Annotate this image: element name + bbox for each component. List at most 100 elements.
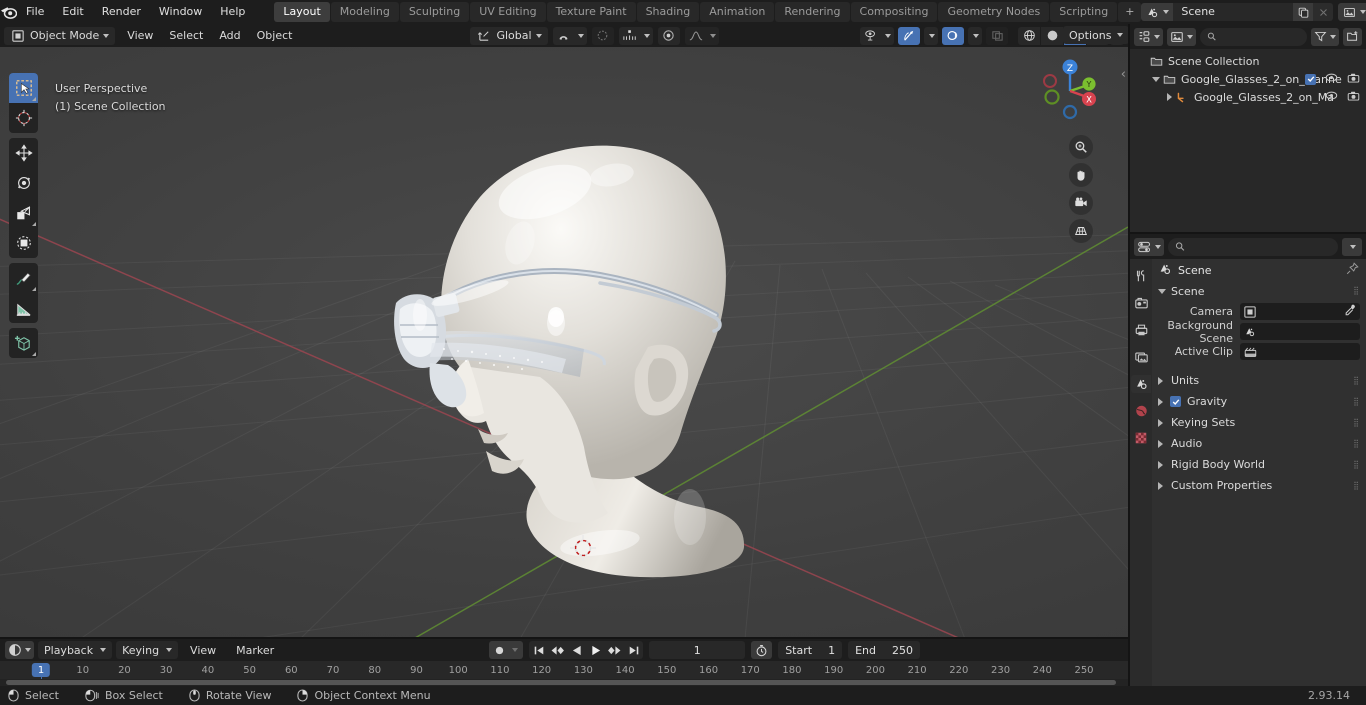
viewport-menu-view[interactable]: View — [119, 27, 161, 45]
view-layer-selector[interactable]: View Layer — [1338, 3, 1366, 21]
move-tool[interactable] — [9, 138, 38, 168]
property-panel-custom-properties[interactable]: Custom Properties ⣿ — [1152, 475, 1366, 496]
property-panel-rigid-body-world[interactable]: Rigid Body World ⣿ — [1152, 454, 1366, 475]
texture-tab[interactable] — [1131, 429, 1151, 447]
horizontal-splitter-right[interactable] — [1130, 232, 1366, 234]
viewport-menu-object[interactable]: Object — [249, 27, 301, 45]
property-panel-gravity[interactable]: Gravity ⣿ — [1152, 391, 1366, 412]
ortho-persp-icon[interactable] — [1069, 219, 1093, 243]
property-panel-audio[interactable]: Audio ⣿ — [1152, 433, 1366, 454]
play-button[interactable] — [586, 641, 605, 659]
jump-to-end-button[interactable] — [624, 641, 643, 659]
property-value-field[interactable] — [1240, 303, 1360, 320]
pan-hand-icon[interactable] — [1069, 163, 1093, 187]
hide-in-viewport-toggle[interactable] — [1325, 90, 1338, 104]
workspace-tab-texture-paint[interactable]: Texture Paint — [546, 2, 636, 22]
jump-to-start-button[interactable] — [529, 641, 548, 659]
annotate-tool[interactable] — [9, 263, 38, 293]
scene-browse-icon[interactable] — [1141, 3, 1174, 21]
sidebar-collapse-arrow-icon[interactable]: ‹ — [1121, 67, 1126, 82]
timeline-view-menu[interactable]: View — [182, 641, 224, 659]
tweak-select-box-tool[interactable] — [9, 73, 38, 103]
workspace-tab-layout[interactable]: Layout — [274, 2, 330, 22]
menu-edit[interactable]: Edit — [53, 3, 92, 21]
properties-search-input[interactable] — [1168, 237, 1338, 256]
vertical-splitter[interactable] — [1128, 24, 1130, 686]
outliner-editor-type-button[interactable] — [1134, 27, 1163, 46]
proportional-falloff-toggle[interactable] — [657, 26, 680, 45]
workspace-tab-geometry-nodes[interactable]: Geometry Nodes — [938, 2, 1050, 22]
menu-help[interactable]: Help — [211, 3, 254, 21]
3d-viewport[interactable]: User Perspective (1) Scene Collection Z … — [0, 47, 1128, 639]
timeline-scrollbar[interactable] — [0, 679, 1128, 686]
prev-keyframe-button[interactable] — [548, 641, 567, 659]
collection-checkbox[interactable] — [1305, 73, 1316, 85]
falloff-curve-selector[interactable] — [684, 26, 719, 45]
property-value-field[interactable] — [1240, 343, 1360, 360]
workspace-tab-scripting[interactable]: Scripting — [1050, 2, 1118, 22]
blender-logo-icon[interactable] — [0, 0, 17, 24]
workspace-tab-shading[interactable]: Shading — [636, 2, 700, 22]
property-panel-units[interactable]: Units ⣿ — [1152, 370, 1366, 391]
cursor-tool[interactable] — [9, 103, 38, 133]
workspace-tab-uv-editing[interactable]: UV Editing — [470, 2, 546, 22]
keying-menu[interactable]: Keying — [116, 641, 179, 659]
unlink-scene-button[interactable] — [1313, 3, 1334, 21]
xray-toggle[interactable] — [986, 26, 1008, 45]
viewport-menu-select[interactable]: Select — [161, 27, 211, 45]
timeline-marker-menu[interactable]: Marker — [228, 641, 282, 659]
transform-orientation-selector[interactable]: Global — [470, 26, 548, 45]
overlay-options[interactable] — [968, 26, 982, 45]
snap-options[interactable] — [618, 26, 653, 45]
timeline-scroll-thumb[interactable] — [6, 680, 1116, 685]
outliner-display-mode-button[interactable] — [1167, 27, 1196, 46]
workspace-tab-compositing[interactable]: Compositing — [850, 2, 938, 22]
world-tab[interactable] — [1131, 402, 1151, 420]
timeline-editor-type-button[interactable] — [5, 641, 34, 659]
visibility-selector[interactable] — [860, 26, 894, 45]
viewport-options-button[interactable]: Options — [1063, 26, 1130, 44]
proportional-editing-toggle[interactable] — [591, 26, 614, 45]
snap-toggle[interactable] — [552, 26, 587, 45]
outliner-row[interactable]: Google_Glasses_2_on_Manne — [1130, 70, 1366, 88]
pin-icon[interactable] — [1346, 262, 1359, 278]
scene-panel-header[interactable]: Scene ⣿ — [1152, 281, 1366, 301]
outliner-row[interactable]: Scene Collection — [1130, 52, 1366, 70]
measure-tool[interactable] — [9, 293, 38, 323]
outliner-search-input[interactable] — [1200, 27, 1307, 46]
outliner-row[interactable]: Google_Glasses_2_on_Ma — [1130, 88, 1366, 106]
gizmo-options[interactable] — [924, 26, 938, 45]
navigation-gizmo[interactable]: Z Y X — [1034, 55, 1106, 127]
workspace-tab-sculpting[interactable]: Sculpting — [399, 2, 470, 22]
menu-render[interactable]: Render — [93, 3, 150, 21]
render-tab[interactable] — [1131, 294, 1151, 312]
chevron-down-icon[interactable] — [1149, 76, 1163, 82]
disable-in-renders-toggle[interactable] — [1347, 72, 1360, 87]
property-panel-keying-sets[interactable]: Keying Sets ⣿ — [1152, 412, 1366, 433]
scene-selector[interactable]: Scene — [1141, 3, 1334, 21]
outliner-search-field[interactable] — [1220, 30, 1300, 43]
menu-file[interactable]: File — [17, 3, 53, 21]
menu-window[interactable]: Window — [150, 3, 211, 21]
playback-menu[interactable]: Playback — [38, 641, 113, 659]
scene-tab[interactable] — [1131, 375, 1151, 393]
playhead-indicator[interactable]: 1 — [31, 663, 51, 677]
chevron-right-icon[interactable] — [1162, 93, 1176, 101]
hide-in-viewport-toggle[interactable] — [1325, 72, 1338, 86]
add-workspace-button[interactable]: + — [1118, 2, 1142, 22]
scene-name[interactable]: Scene — [1173, 3, 1294, 21]
camera-view-icon[interactable] — [1069, 191, 1093, 215]
workspace-tab-animation[interactable]: Animation — [700, 2, 775, 22]
output-tab[interactable] — [1131, 321, 1151, 339]
next-keyframe-button[interactable] — [605, 641, 624, 659]
shading-wireframe-button[interactable] — [1018, 26, 1040, 45]
auto-keying-toggle[interactable] — [489, 641, 524, 659]
frame-range-end-field[interactable]: End 250 — [848, 641, 920, 659]
add-cube-tool[interactable] — [9, 328, 38, 358]
outliner-new-collection-button[interactable] — [1343, 27, 1362, 46]
property-value-field[interactable] — [1240, 323, 1360, 340]
scale-tool[interactable] — [9, 198, 38, 228]
shading-solid-button[interactable] — [1041, 26, 1063, 45]
current-frame-field[interactable]: 1 — [649, 641, 746, 659]
eyedropper-icon[interactable] — [1344, 304, 1356, 319]
